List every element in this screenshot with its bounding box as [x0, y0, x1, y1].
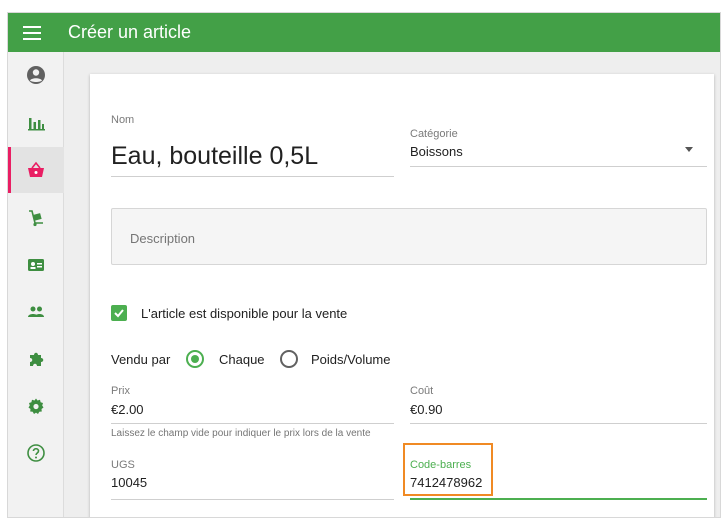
radio-each[interactable]	[186, 350, 204, 368]
dolly-icon	[29, 210, 43, 227]
sidebar-item-customers[interactable]	[8, 289, 64, 335]
app-window: Créer un article Nom Eau, bouteille 0,5L…	[7, 12, 721, 518]
sku-label: UGS	[111, 459, 135, 471]
name-underline	[111, 176, 394, 177]
cost-underline	[410, 423, 707, 424]
description-field[interactable]: Description	[111, 208, 707, 265]
available-label: L'article est disponible pour la vente	[141, 306, 348, 321]
sold-by-label: Vendu par	[111, 352, 171, 367]
sidebar-item-employees[interactable]	[8, 242, 64, 288]
cost-input[interactable]: €0.90	[410, 402, 443, 417]
sidebar-item-help[interactable]	[8, 430, 64, 476]
cost-label: Coût	[410, 385, 434, 397]
gear-icon	[28, 398, 44, 414]
checkmark-icon	[114, 309, 124, 318]
category-label: Catégorie	[410, 128, 458, 140]
sidebar	[8, 52, 64, 517]
help-circle-icon	[27, 444, 45, 462]
chevron-down-icon[interactable]	[685, 147, 693, 152]
description-placeholder: Description	[130, 231, 196, 246]
name-input[interactable]: Eau, bouteille 0,5L	[111, 142, 318, 171]
sidebar-item-account[interactable]	[8, 52, 64, 98]
sidebar-item-integrations[interactable]	[8, 336, 64, 382]
bar-chart-icon	[28, 118, 45, 131]
barcode-label: Code-barres	[410, 459, 472, 471]
price-helper-text: Laissez le champ vide pour indiquer le p…	[111, 428, 371, 439]
category-underline	[410, 166, 707, 167]
sku-input[interactable]: 10045	[111, 475, 147, 490]
barcode-underline	[410, 498, 707, 500]
available-checkbox[interactable]	[111, 305, 127, 321]
radio-each-label: Chaque	[219, 352, 265, 367]
sidebar-item-items[interactable]	[8, 147, 64, 193]
price-underline	[111, 423, 394, 424]
basket-icon	[28, 161, 44, 177]
page-title: Créer un article	[68, 22, 192, 42]
id-card-icon	[28, 259, 44, 271]
barcode-input[interactable]: 7412478962	[410, 475, 482, 490]
menu-icon	[23, 25, 41, 40]
name-label: Nom	[111, 114, 135, 126]
sku-underline	[111, 499, 394, 500]
people-icon	[28, 306, 44, 317]
app-bar: Créer un article	[8, 13, 720, 52]
puzzle-icon	[30, 352, 44, 366]
item-form-card: Nom Eau, bouteille 0,5L Catégorie Boisso…	[90, 74, 714, 517]
sidebar-item-inventory[interactable]	[8, 195, 64, 241]
price-label: Prix	[111, 385, 130, 397]
price-input[interactable]: €2.00	[111, 402, 144, 417]
menu-button[interactable]	[8, 13, 56, 52]
sidebar-item-reports[interactable]	[8, 100, 64, 146]
radio-weight-volume-label: Poids/Volume	[311, 352, 391, 367]
sidebar-item-settings[interactable]	[8, 383, 64, 429]
account-circle-icon	[27, 66, 45, 84]
category-select[interactable]: Boissons	[410, 144, 463, 159]
radio-weight-volume[interactable]	[280, 350, 298, 368]
